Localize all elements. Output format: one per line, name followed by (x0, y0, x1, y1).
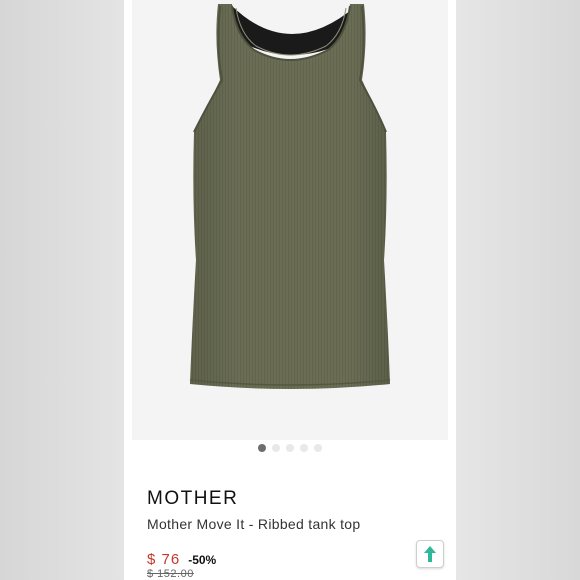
share-button[interactable] (416, 540, 444, 568)
sale-price: $ 76 (147, 551, 181, 568)
tank-top-illustration (189, 4, 391, 389)
image-carousel-dots (124, 444, 456, 454)
carousel-dot-3[interactable] (286, 444, 294, 452)
background-left (0, 0, 124, 580)
price-row: $ 76 -50% (147, 551, 216, 568)
original-price: $ 152.00 (147, 568, 194, 580)
brand-name[interactable]: MOTHER (147, 488, 238, 510)
product-card: MOTHER Mother Move It - Ribbed tank top … (124, 0, 456, 580)
carousel-dot-1[interactable] (258, 444, 266, 452)
discount-badge: -50% (188, 553, 217, 567)
background-right (456, 0, 580, 580)
carousel-dot-5[interactable] (314, 444, 322, 452)
carousel-dot-2[interactable] (272, 444, 280, 452)
product-title: Mother Move It - Ribbed tank top (147, 516, 361, 532)
carousel-dot-4[interactable] (300, 444, 308, 452)
share-arrow-icon (424, 546, 436, 562)
product-image[interactable] (132, 0, 448, 440)
